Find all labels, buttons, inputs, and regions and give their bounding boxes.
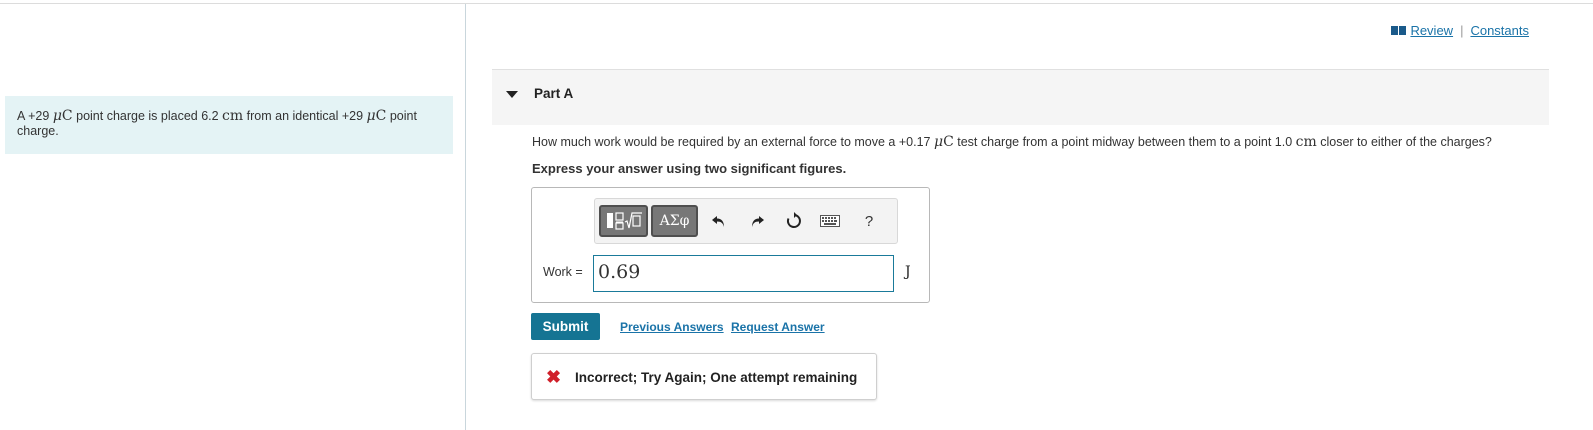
undo-icon[interactable] xyxy=(709,211,729,231)
unit-label: J xyxy=(905,264,911,280)
question-text: How much work would be required by an ex… xyxy=(532,134,1492,150)
answer-box: ΑΣφ ? Work = 0.69 J xyxy=(531,187,930,303)
top-border xyxy=(0,3,1593,4)
instruction-text: Express your answer using two significan… xyxy=(532,161,847,176)
feedback-message: ✖ Incorrect; Try Again; One attempt rema… xyxy=(531,353,877,400)
help-button[interactable]: ? xyxy=(859,211,879,231)
templates-icon xyxy=(606,212,642,230)
review-constants-links: Review | Constants xyxy=(1391,23,1529,38)
problem-text: from an identical +29 xyxy=(243,109,367,123)
redo-icon[interactable] xyxy=(747,211,767,231)
book-icon xyxy=(1391,26,1407,35)
work-label: Work = xyxy=(543,265,583,279)
request-answer-link[interactable]: Request Answer xyxy=(731,320,825,334)
problem-text: point charge is placed 6.2 xyxy=(72,109,223,123)
review-link[interactable]: Review xyxy=(1410,23,1453,38)
part-a-header[interactable]: Part A xyxy=(492,69,1549,125)
collapse-caret-icon[interactable] xyxy=(506,91,518,98)
column-divider xyxy=(465,4,466,430)
feedback-text: Incorrect; Try Again; One attempt remain… xyxy=(575,370,858,385)
math-toolbar: ΑΣφ ? xyxy=(594,198,898,244)
problem-text: A +29 xyxy=(17,109,53,123)
greek-symbols-button[interactable]: ΑΣφ xyxy=(651,205,698,237)
keyboard-icon[interactable] xyxy=(820,211,840,231)
unit-microcoulomb: μC xyxy=(52,108,73,124)
answer-input[interactable]: 0.69 xyxy=(593,255,894,292)
constants-link[interactable]: Constants xyxy=(1470,23,1529,38)
unit-cm: cm xyxy=(222,108,244,124)
incorrect-x-icon: ✖ xyxy=(546,367,562,387)
previous-answers-link[interactable]: Previous Answers xyxy=(620,320,724,334)
unit-microcoulomb: μC xyxy=(366,108,387,124)
templates-button[interactable] xyxy=(599,205,648,237)
part-title: Part A xyxy=(534,86,574,101)
problem-statement: A +29 μC point charge is placed 6.2 cm f… xyxy=(5,96,453,154)
submit-button[interactable]: Submit xyxy=(531,313,600,340)
link-separator: | xyxy=(1460,23,1464,38)
reset-icon[interactable] xyxy=(784,211,804,231)
